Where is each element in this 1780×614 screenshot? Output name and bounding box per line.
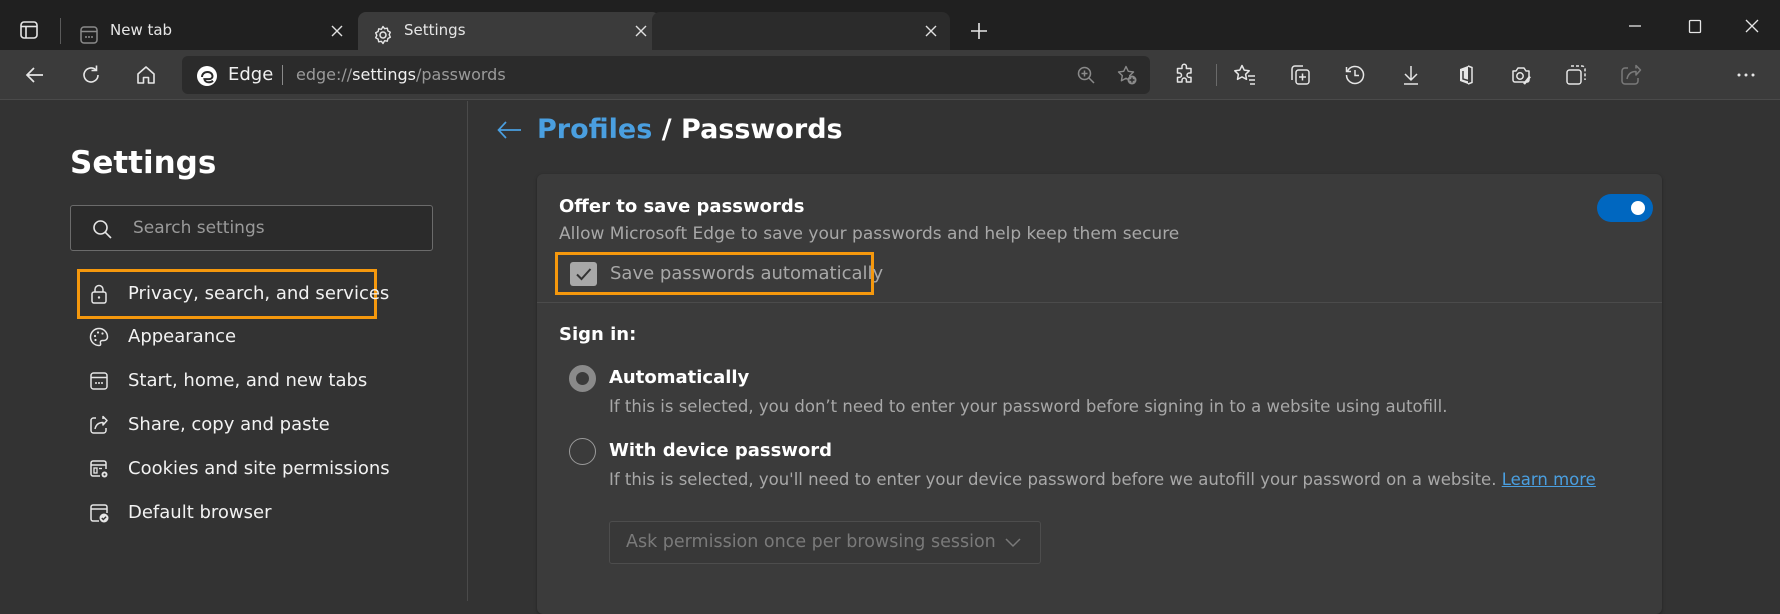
- sidebar-item-share-copy-paste[interactable]: Share, copy and paste: [80, 403, 420, 447]
- toolbar-divider: [1216, 64, 1217, 86]
- maximize-button[interactable]: [1680, 14, 1710, 38]
- close-tab-icon[interactable]: [922, 22, 940, 40]
- radio-option-automatically[interactable]: Automatically If this is selected, you d…: [569, 363, 1629, 423]
- start-page-icon: [88, 370, 110, 392]
- save-automatically-checkbox-row[interactable]: Save passwords automatically: [555, 252, 883, 295]
- breadcrumb: Profiles / Passwords: [537, 107, 843, 153]
- offer-to-save-title: Offer to save passwords: [559, 196, 805, 217]
- downloads-icon[interactable]: [1398, 62, 1424, 88]
- address-divider: [282, 65, 283, 85]
- sign-in-heading: Sign in:: [559, 324, 637, 345]
- palette-icon: [88, 326, 110, 348]
- search-icon: [91, 218, 113, 240]
- favorites-icon[interactable]: [1232, 62, 1258, 88]
- settings-sidebar: Settings Privacy, search, and services A…: [0, 101, 468, 601]
- tab-title: Settings: [404, 21, 466, 39]
- url-text[interactable]: edge://settings/passwords: [296, 56, 506, 94]
- radio-description: If this is selected, you'll need to ente…: [609, 470, 1596, 489]
- sidebar-item-default-browser[interactable]: Default browser: [80, 491, 420, 535]
- radio-button[interactable]: [569, 438, 596, 465]
- learn-more-link[interactable]: Learn more: [1502, 470, 1596, 489]
- home-icon[interactable]: [133, 62, 159, 88]
- settings-main: Profiles / Passwords Offer to save passw…: [469, 101, 1780, 614]
- sidebar-item-start-home[interactable]: Start, home, and new tabs: [80, 359, 420, 403]
- tab-actions-icon[interactable]: [18, 19, 40, 41]
- edge-logo-icon: [196, 65, 218, 87]
- extensions-icon[interactable]: [1172, 62, 1198, 88]
- back-icon[interactable]: [22, 62, 48, 88]
- close-tab-icon[interactable]: [328, 22, 346, 40]
- default-browser-icon: [88, 502, 110, 524]
- browser-toolbar: Edge edge://settings/passwords: [0, 50, 1780, 100]
- gear-icon: [372, 24, 394, 46]
- back-arrow-icon[interactable]: [495, 117, 525, 143]
- chevron-down-icon: [1004, 535, 1022, 549]
- sidebar-item-cookies[interactable]: Cookies and site permissions: [80, 447, 420, 491]
- zoom-icon[interactable]: [1075, 64, 1097, 86]
- site-identity-label: Edge: [228, 64, 274, 85]
- add-favorite-icon[interactable]: [1116, 64, 1138, 86]
- minimize-button[interactable]: [1620, 14, 1650, 38]
- lock-icon: [88, 283, 110, 305]
- history-icon[interactable]: [1342, 62, 1368, 88]
- toggle-knob: [1631, 201, 1645, 215]
- breadcrumb-profiles-link[interactable]: Profiles: [537, 114, 652, 145]
- save-automatically-label: Save passwords automatically: [610, 263, 884, 284]
- cookies-permissions-icon: [88, 458, 110, 480]
- sidebar-title: Settings: [70, 145, 217, 181]
- address-bar[interactable]: Edge edge://settings/passwords: [182, 56, 1150, 94]
- search-settings-input[interactable]: [133, 206, 423, 250]
- close-tab-icon[interactable]: [632, 22, 650, 40]
- share-icon: [88, 414, 110, 436]
- radio-label: With device password: [609, 440, 833, 461]
- sidebar-item-label: Appearance: [128, 326, 237, 347]
- radio-button[interactable]: [569, 365, 596, 392]
- save-automatically-checkbox[interactable]: [570, 262, 597, 286]
- breadcrumb-separator: /: [661, 114, 672, 145]
- sidebar-item-label: Start, home, and new tabs: [128, 370, 368, 391]
- page-title: Passwords: [681, 114, 843, 145]
- search-settings-box[interactable]: [70, 205, 433, 251]
- collections-icon[interactable]: [1287, 62, 1313, 88]
- refresh-icon[interactable]: [78, 62, 104, 88]
- more-icon[interactable]: [1733, 62, 1759, 88]
- radio-option-device-password[interactable]: With device password If this is selected…: [569, 436, 1629, 496]
- dropdown-value: Ask permission once per browsing session: [626, 532, 996, 552]
- web-capture-icon[interactable]: [1508, 62, 1534, 88]
- section-divider: [537, 302, 1662, 303]
- share-icon[interactable]: [1618, 62, 1644, 88]
- radio-description: If this is selected, you don’t need to e…: [609, 397, 1448, 416]
- sidebar-item-privacy[interactable]: Privacy, search, and services: [77, 269, 389, 319]
- passwords-settings-card: Offer to save passwords Allow Microsoft …: [537, 174, 1662, 614]
- new-tab-page-icon: [78, 24, 100, 46]
- office-icon[interactable]: [1453, 62, 1479, 88]
- close-window-button[interactable]: [1737, 14, 1767, 38]
- screenshot-icon[interactable]: [1563, 62, 1589, 88]
- sidebar-item-appearance[interactable]: Appearance: [80, 315, 420, 359]
- radio-label: Automatically: [609, 367, 750, 388]
- tab-title: New tab: [110, 21, 173, 39]
- tab-strip-divider: [60, 18, 61, 44]
- sidebar-item-label: Cookies and site permissions: [128, 458, 390, 479]
- sidebar-item-label: Default browser: [128, 502, 272, 523]
- auth-frequency-dropdown[interactable]: Ask permission once per browsing session: [609, 521, 1041, 564]
- sidebar-item-label: Privacy, search, and services: [128, 283, 390, 304]
- offer-to-save-description: Allow Microsoft Edge to save your passwo…: [559, 224, 1180, 244]
- new-tab-button[interactable]: [968, 20, 990, 42]
- sidebar-item-label: Share, copy and paste: [128, 414, 330, 435]
- offer-to-save-toggle[interactable]: [1597, 194, 1653, 222]
